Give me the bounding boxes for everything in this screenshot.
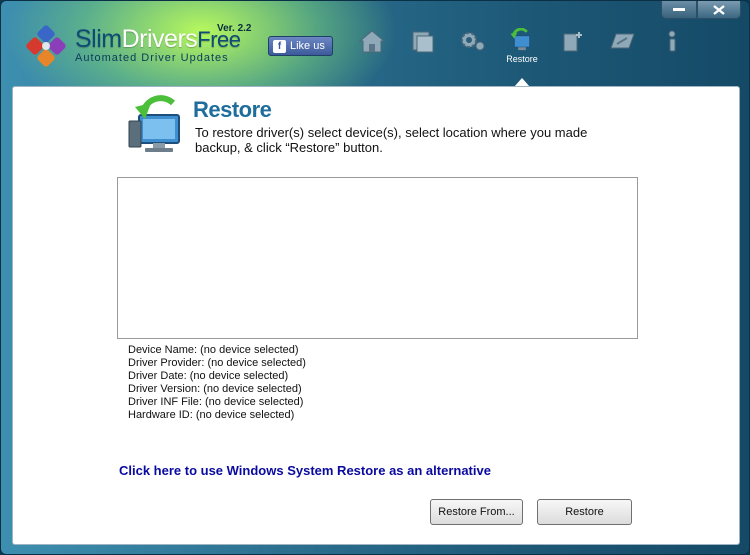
close-button[interactable] — [697, 1, 741, 19]
app-window: SlimDriversFree Ver. 2.2 Automated Drive… — [0, 0, 750, 555]
nav-label-restore: Restore — [506, 54, 538, 64]
detail-driver-inf-file: Driver INF File: (no device selected) — [128, 396, 304, 408]
device-details: Device Name: (no device selected) Driver… — [128, 344, 306, 422]
restore-header-icon — [128, 95, 180, 152]
restore-from-button[interactable]: Restore From... — [430, 499, 523, 525]
brand: SlimDriversFree Ver. 2.2 Automated Drive… — [75, 23, 251, 64]
facebook-thumb-icon: f — [273, 39, 286, 53]
detail-device-name: Device Name: (no device selected) — [128, 344, 299, 356]
version-label: Ver. 2.2 — [217, 23, 252, 34]
system-restore-link[interactable]: Click here to use Windows System Restore… — [119, 463, 491, 478]
detail-driver-version: Driver Version: (no device selected) — [128, 383, 302, 395]
brand-slim: Slim — [75, 25, 122, 53]
minimize-icon — [673, 7, 685, 11]
nav-item-tools[interactable] — [597, 28, 647, 64]
minimize-button[interactable] — [661, 1, 697, 19]
backup-icon — [563, 32, 582, 52]
page-description: To restore driver(s) select device(s), s… — [195, 125, 588, 155]
nav-item-backup[interactable] — [547, 28, 597, 64]
restore-button[interactable]: Restore — [537, 499, 632, 525]
window-controls — [661, 1, 741, 19]
device-list[interactable] — [117, 177, 638, 339]
detail-driver-provider: Driver Provider: (no device selected) — [128, 357, 306, 369]
info-icon — [668, 30, 676, 52]
scan-icon — [412, 31, 434, 53]
nav-item-restore[interactable]: Restore — [497, 28, 547, 87]
like-us-label: Like us — [290, 40, 325, 52]
detail-driver-date: Driver Date: (no device selected) — [128, 370, 289, 382]
restore-panel: Restore To restore driver(s) select devi… — [12, 86, 740, 545]
tagline: Automated Driver Updates — [75, 52, 229, 64]
slimdrivers-logo-icon — [26, 25, 66, 67]
gear-icon — [461, 32, 485, 51]
detail-hardware-id: Hardware ID: (no device selected) — [128, 409, 295, 421]
brand-name: SlimDriversFree — [75, 25, 241, 54]
toolbar-nav: Restore — [347, 28, 697, 87]
tools-icon — [610, 33, 635, 49]
like-us-button[interactable]: f Like us — [268, 36, 333, 56]
nav-item-scan[interactable] — [397, 28, 447, 64]
restore-icon — [510, 28, 531, 51]
home-icon — [358, 30, 386, 53]
brand-drivers: Drivers — [121, 25, 198, 53]
nav-item-settings[interactable] — [447, 28, 497, 64]
nav-item-info[interactable] — [647, 28, 697, 64]
close-icon — [713, 4, 725, 15]
page-title: Restore — [193, 97, 272, 122]
nav-item-home[interactable] — [347, 28, 397, 64]
